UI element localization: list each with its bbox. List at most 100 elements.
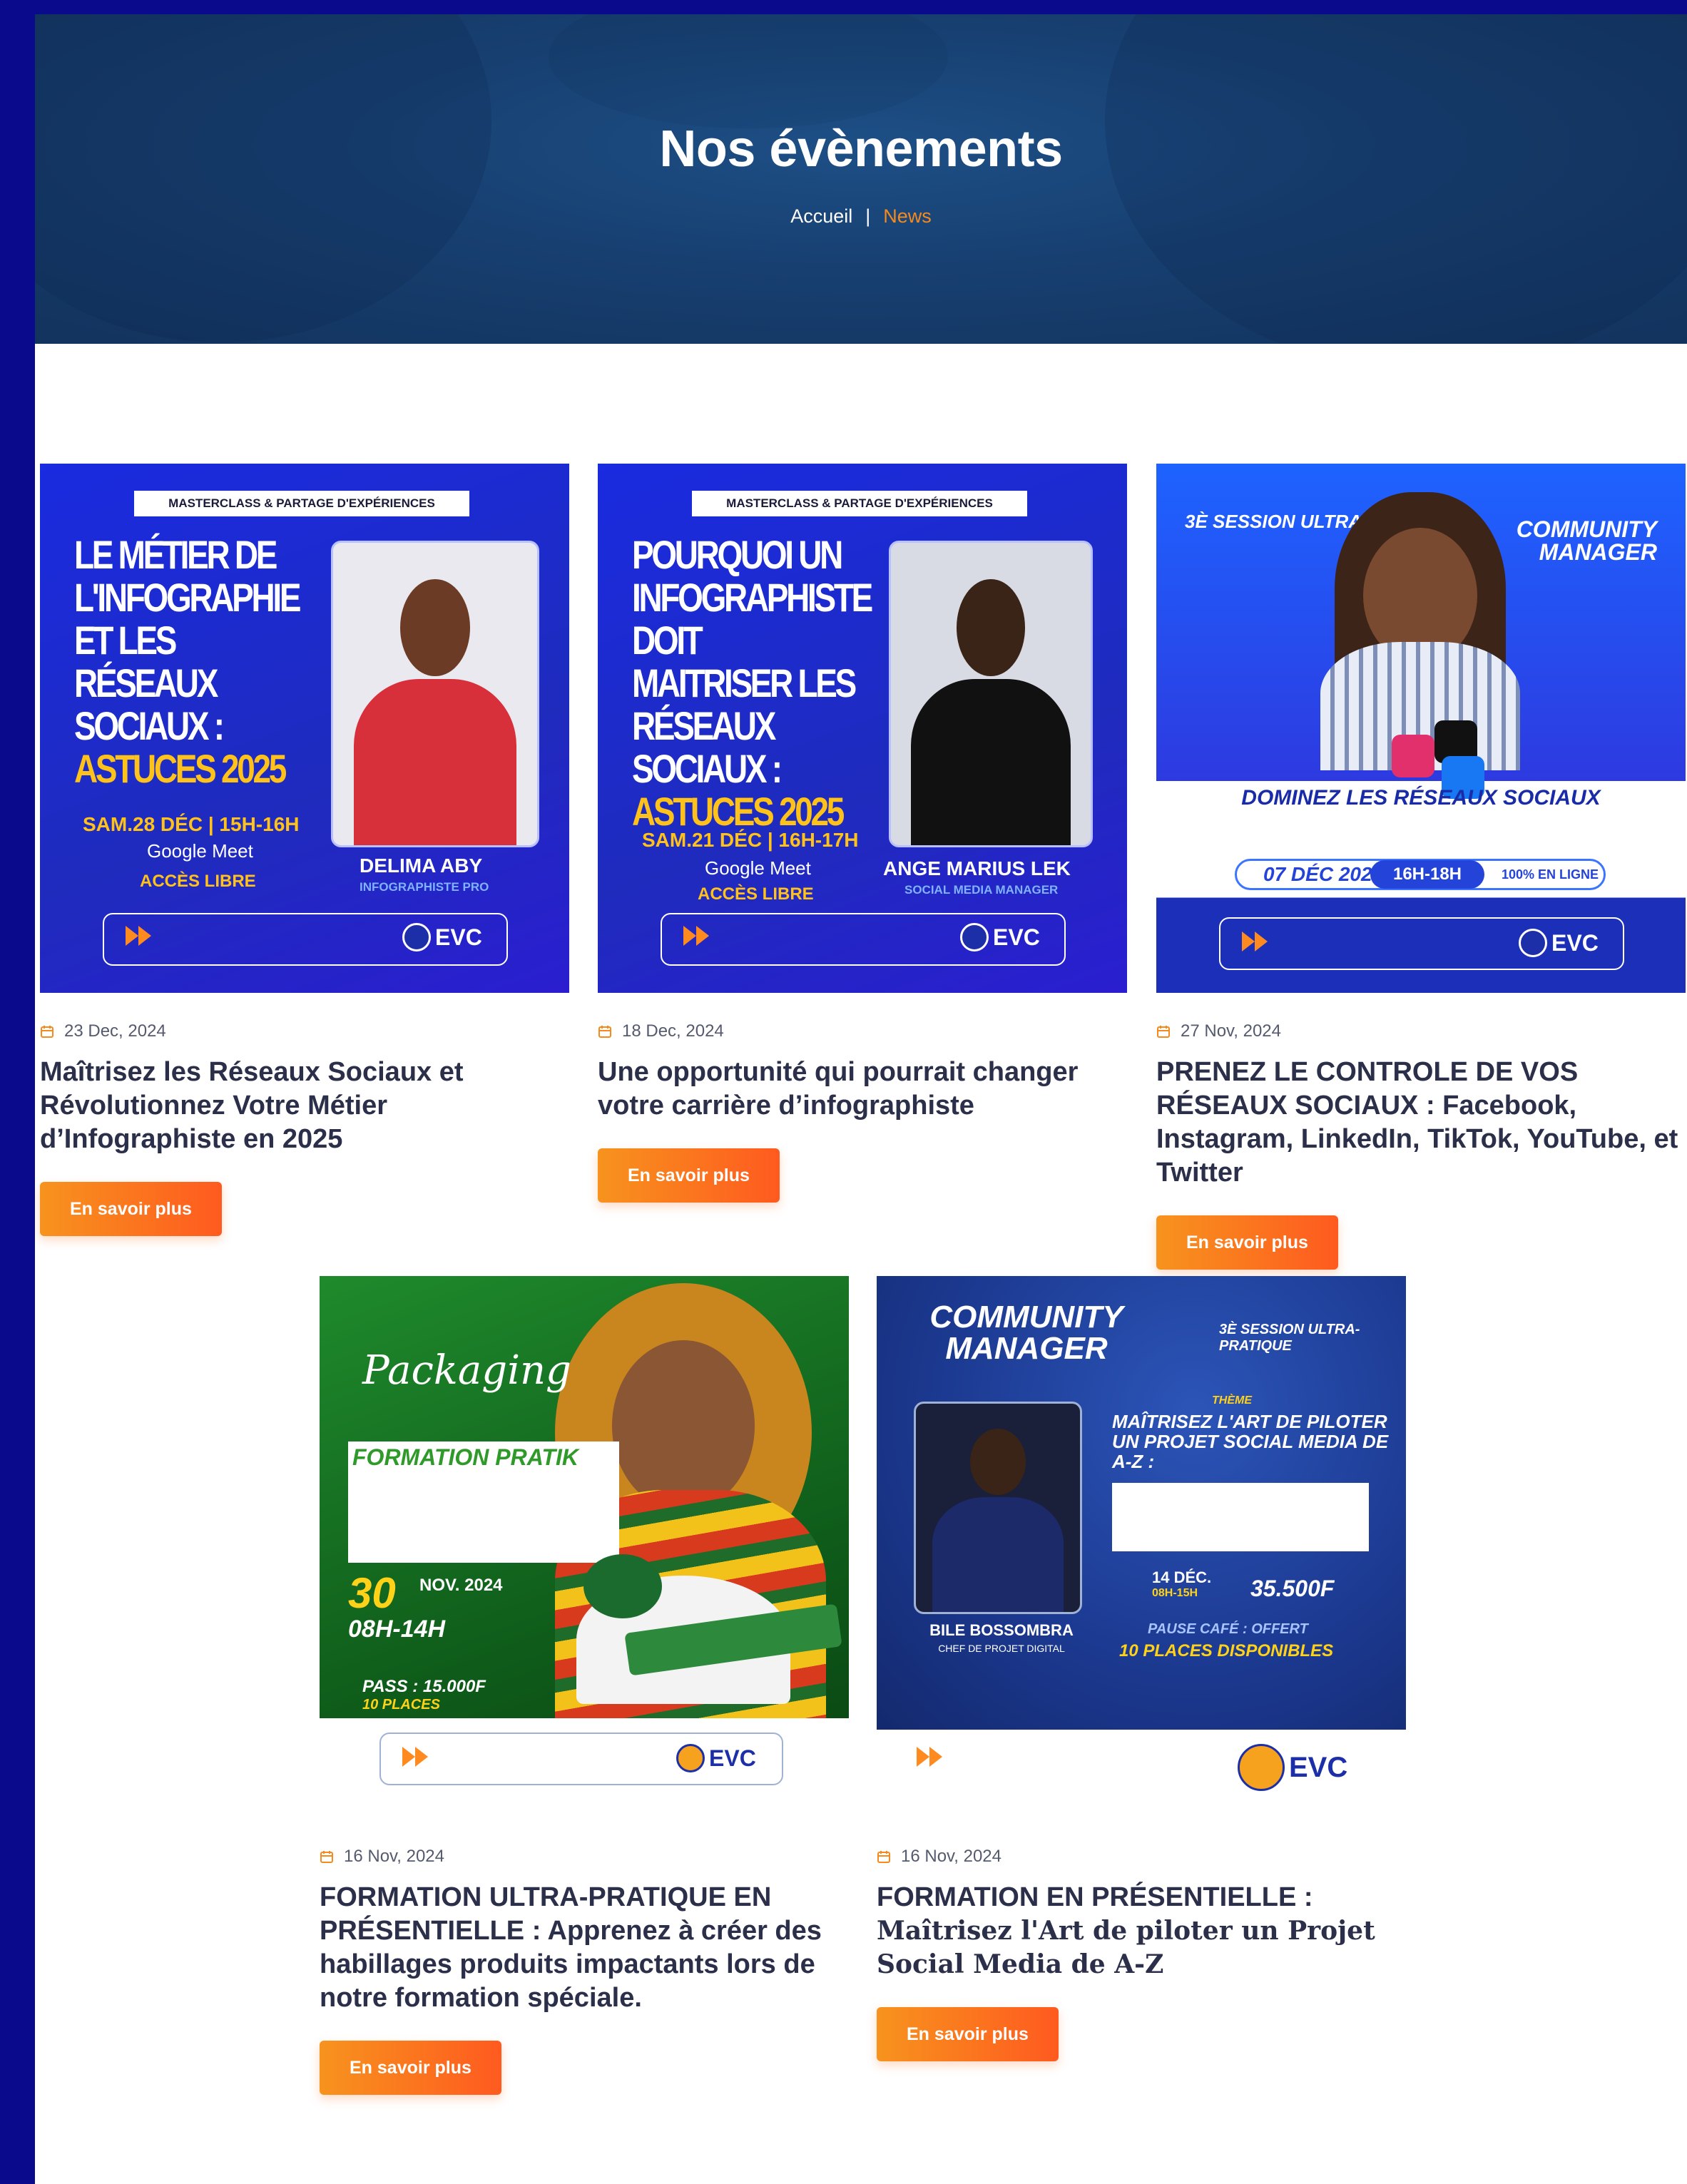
speaker-name: ANGE MARIUS LEK [883,857,1071,879]
chevron-icon [126,926,138,946]
evc-logo-icon [676,1744,705,1772]
chevron-icon [1242,932,1255,951]
event-poster[interactable]: Packaging FORMATION PRATIK 30 NOV. 2024 … [320,1276,849,1811]
poster-day: 07 DÉC 2024 [1263,863,1384,885]
event-card: MASTERCLASS & PARTAGE D'EXPÉRIENCES POUR… [598,464,1127,1203]
speaker-role: INFOGRAPHISTE PRO [360,880,489,894]
hero-background-shape [1105,14,1687,344]
poster-platform: Google Meet [147,840,253,862]
speaker-name: BILE BOSSOMBRA [929,1621,1074,1639]
event-poster[interactable]: COMMUNITY MANAGER 3È SESSION ULTRA-PRATI… [877,1276,1406,1811]
breadcrumb-current: News [883,205,932,227]
post-date: 16 Nov, 2024 [877,1847,1406,1867]
chevron-icon [917,1747,929,1767]
post-date-text: 16 Nov, 2024 [901,1847,1002,1866]
poster-schedule: SAM.21 DÉC | 16H-17H [642,829,859,851]
poster-highlight: ASTUCES 2025 [74,746,287,791]
chevron-icon [415,1747,428,1767]
poster-headline-text: POURQUOI UN INFOGRAPHISTE DOIT MAITRISER… [632,532,873,791]
product-jar-shape [583,1554,662,1618]
poster-day: 30 [348,1569,396,1617]
page: Nos évènements Accueil | News MASTERCLASS … [35,14,1687,2184]
poster-schedule: SAM.28 DÉC | 15H-16H [83,813,300,835]
poster-session: 3È SESSION ULTRA-PRATIQUE [1219,1322,1360,1354]
poster-info-box [1112,1483,1369,1551]
poster-cafe: PAUSE CAFÉ : OFFERT [1148,1621,1308,1637]
calendar-icon [598,1026,611,1038]
read-more-button[interactable]: En savoir plus [40,1182,222,1236]
poster-highlight: ASTUCES 2025 [632,789,845,834]
calendar-icon [320,1851,333,1863]
poster-access: ACCÈS LIBRE [140,872,256,891]
read-more-button[interactable]: En savoir plus [320,2041,501,2095]
chevron-icon [138,926,151,946]
poster-background: 3È SESSION ULTRA-PRATIQUE COMMUNITY MANA… [1156,464,1686,993]
poster-badge: FORMATION PRATIK [352,1444,579,1470]
read-more-button[interactable]: En savoir plus [598,1148,780,1203]
speaker-name: DELIMA ABY [360,854,483,877]
model-face-shape [612,1340,755,1511]
poster-hours: 16H-18H [1392,864,1462,884]
page-hero: Nos évènements Accueil | News [35,14,1687,344]
evc-logo-text: EVC [709,1745,756,1771]
poster-background: Packaging FORMATION PRATIK 30 NOV. 2024 … [320,1276,849,1718]
breadcrumb-home-link[interactable]: Accueil [790,205,852,227]
post-date-text: 27 Nov, 2024 [1181,1021,1281,1041]
event-card: 3È SESSION ULTRA-PRATIQUE COMMUNITY MANA… [1156,464,1686,1270]
poster-headline: DOMINEZ LES RÉSEAUX SOCIAUX [1241,786,1601,810]
post-date-text: 18 Dec, 2024 [622,1021,724,1041]
evc-logo: EVC [1519,929,1599,957]
speaker-photo [914,1402,1082,1614]
poster-background: COMMUNITY MANAGER 3È SESSION ULTRA-PRATI… [877,1276,1406,1730]
chevron-icon [696,926,709,946]
poster-hours: 08H-15H [1152,1587,1198,1599]
post-date-text: 16 Nov, 2024 [344,1847,444,1866]
poster-headline: POURQUOI UN INFOGRAPHISTE DOIT MAITRISER… [632,534,873,834]
evc-logo-icon [1238,1744,1285,1791]
chevron-icon [1255,932,1268,951]
speaker-role: CHEF DE PROJET DIGITAL [938,1643,1065,1654]
event-poster[interactable]: 3È SESSION ULTRA-PRATIQUE COMMUNITY MANA… [1156,464,1686,993]
chevron-icon [929,1747,942,1767]
speaker-role: SOCIAL MEDIA MANAGER [904,883,1059,897]
event-card: COMMUNITY MANAGER 3È SESSION ULTRA-PRATI… [877,1276,1406,2061]
evc-logo-text: EVC [1551,929,1599,956]
post-title[interactable]: FORMATION ULTRA-PRATIQUE EN PRÉSENTIELLE… [320,1881,849,2015]
poster-pass: PASS : 15.000F [362,1677,486,1696]
evc-logo: EVC [960,923,1040,951]
post-title[interactable]: PRENEZ LE CONTROLE DE VOS RÉSEAUX SOCIAU… [1156,1056,1686,1190]
evc-logo-text: EVC [1289,1751,1348,1783]
read-more-button[interactable]: En savoir plus [1156,1215,1338,1270]
post-date-text: 23 Dec, 2024 [64,1021,166,1041]
read-more-button[interactable]: En savoir plus [877,2007,1059,2061]
chevron-icon [683,926,696,946]
post-date: 27 Nov, 2024 [1156,1021,1686,1041]
post-title-sub: Maîtrisez l'Art de piloter un Projet Soc… [877,1916,1375,1979]
evc-logo: EVC [402,923,482,951]
post-date: 16 Nov, 2024 [320,1847,849,1867]
post-title[interactable]: Maîtrisez les Réseaux Sociaux et Révolut… [40,1056,569,1156]
evc-logo-icon [402,923,431,951]
evc-logo-text: EVC [435,924,482,950]
instagram-icon [1392,735,1434,777]
page-title: Nos évènements [659,121,1063,178]
post-title[interactable]: Une opportunité qui pourrait changer vot… [598,1056,1127,1123]
poster-topic: COMMUNITY MANAGER [1516,516,1657,565]
poster-background: MASTERCLASS & PARTAGE D'EXPÉRIENCES LE M… [40,464,569,993]
event-card: MASTERCLASS & PARTAGE D'EXPÉRIENCES LE M… [40,464,569,1236]
speaker-head-shape [400,578,470,676]
poster-hours: 08H-14H [348,1616,446,1643]
event-poster[interactable]: MASTERCLASS & PARTAGE D'EXPÉRIENCES POUR… [598,464,1127,993]
poster-mode: 100% EN LIGNE [1502,867,1599,882]
post-title[interactable]: FORMATION EN PRÉSENTIELLE : Maîtrisez l'A… [877,1881,1406,1981]
evc-logo-icon [960,923,989,951]
poster-month: NOV. 2024 [419,1576,503,1595]
poster-places: 10 PLACES DISPONIBLES [1119,1641,1334,1660]
poster-day: 14 DÉC. [1152,1568,1212,1586]
event-poster[interactable]: MASTERCLASS & PARTAGE D'EXPÉRIENCES LE M… [40,464,569,993]
poster-theme: THÈME [1212,1394,1252,1407]
hero-background-shape [549,14,948,128]
speaker-body-shape [932,1497,1064,1612]
speaker-body-shape [911,678,1071,845]
speaker-body-shape [353,678,517,845]
